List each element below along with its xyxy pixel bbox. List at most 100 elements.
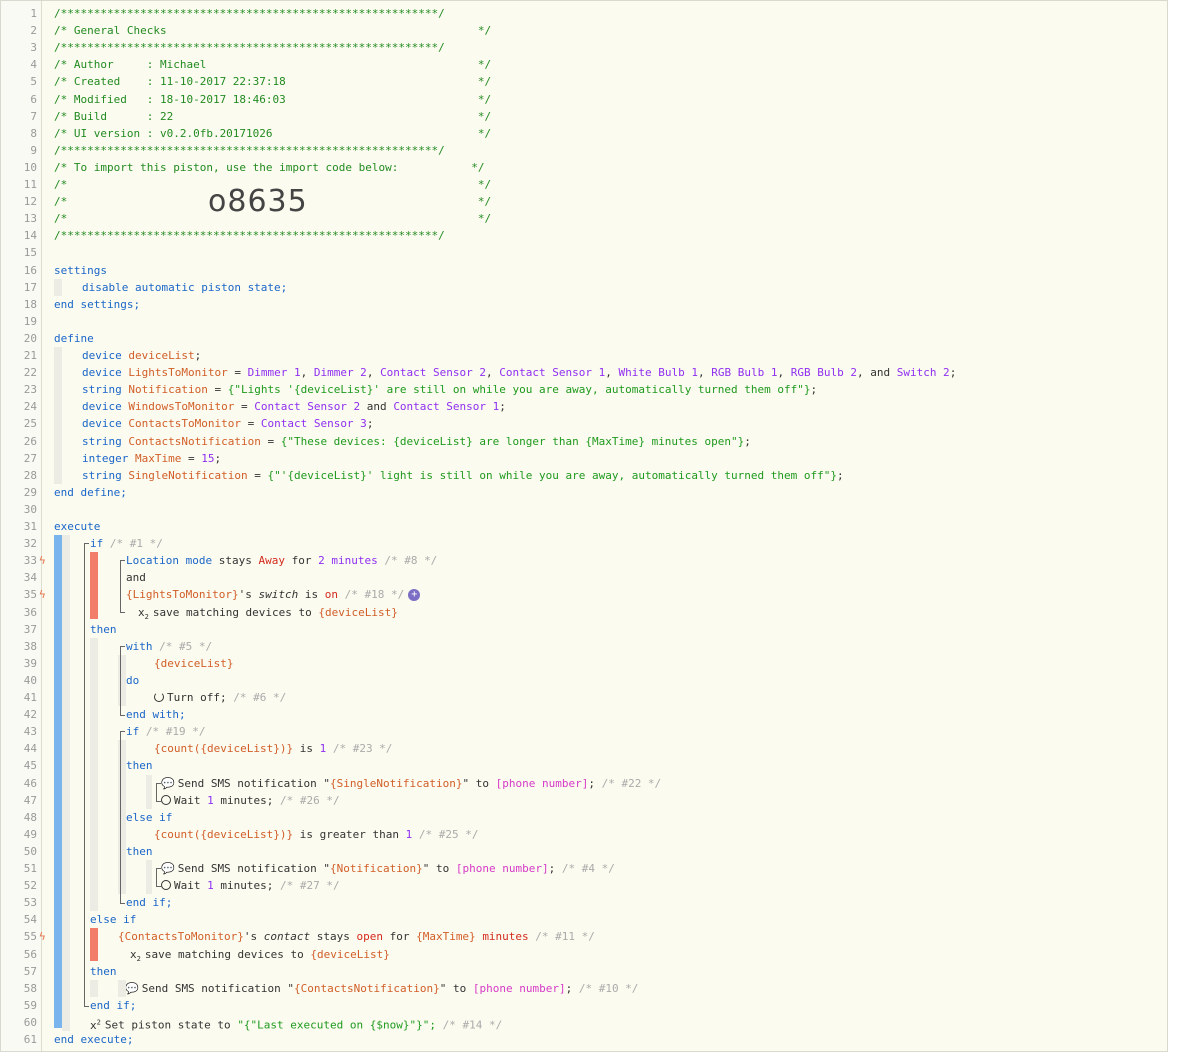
code-line: string SingleNotification = {"'{deviceLi… — [82, 468, 844, 482]
token: then — [126, 844, 153, 858]
token: string — [82, 383, 122, 397]
line-number: 44 — [23, 742, 37, 756]
code-line: if /* #19 */ — [126, 723, 205, 740]
line-number: 57 — [23, 964, 37, 978]
line-number: 52 — [23, 879, 37, 893]
code-line: else if — [90, 911, 136, 928]
code-line: device ContactsToMonitor = Contact Senso… — [82, 417, 374, 431]
code-line: end settings; — [54, 296, 140, 313]
line-number: 46 — [23, 776, 37, 790]
condition-bar — [90, 928, 98, 961]
save-icon: x2 — [130, 947, 141, 963]
token: 15 — [201, 451, 215, 465]
token: /* #8 */ — [384, 554, 438, 568]
settings-end: end settings; — [54, 297, 141, 311]
chat-bubble-icon: 💬 — [125, 981, 139, 995]
code-line: {LightsToMonitor}'s switch is on /* #18 … — [126, 586, 421, 603]
indent-guide — [62, 535, 70, 1031]
execution-bar — [54, 535, 62, 1028]
line-number: 54 — [23, 913, 37, 927]
code-line: then — [126, 757, 153, 774]
settings-statement: disable automatic piston state; — [82, 280, 288, 294]
token: Send SMS notification — [141, 981, 281, 995]
line-number: 35 — [23, 588, 37, 602]
line-number: 41 — [23, 691, 37, 704]
code-line: 💬 Send SMS notification "{ContactsNotific… — [125, 981, 639, 995]
token: is greater than — [299, 827, 400, 841]
line-number: 59 — [23, 998, 37, 1012]
token: {count({deviceList})} — [154, 742, 294, 756]
condition-bar — [90, 552, 98, 619]
device-name: RGB Bulb 1 — [711, 366, 778, 380]
line-number: 4 — [30, 58, 37, 72]
line-number: 10 — [23, 160, 37, 174]
token: end if; — [126, 896, 173, 910]
line-number: 2 — [30, 24, 37, 38]
token: deviceList — [128, 349, 195, 362]
token: save matching devices to — [144, 947, 304, 961]
line-number: 21 — [23, 349, 37, 362]
line-number: 11 — [23, 178, 37, 191]
code-line: /* Created : 11-10-2017 22:37:18 */ — [54, 73, 491, 90]
line-number: 7 — [30, 109, 37, 123]
token: "{"Last executed on {$now}"}"; — [237, 1018, 436, 1032]
code-line: device deviceList; — [82, 349, 202, 362]
code-line: then — [126, 843, 153, 860]
code-line: then — [90, 621, 117, 638]
plus-icon[interactable]: + — [408, 589, 421, 602]
comment-border: /***************************************… — [54, 41, 445, 55]
token: {deviceList} — [154, 656, 234, 670]
code-line: x2 save matching devices to {deviceList} — [130, 946, 390, 963]
line-number: 38 — [23, 639, 37, 653]
code-line: end define; — [54, 484, 127, 501]
line-number: 50 — [23, 844, 37, 858]
import-code: o8635 — [208, 184, 308, 219]
comment-import-note: /* To import this piston, use the import… — [54, 160, 485, 174]
token: end with; — [126, 708, 186, 722]
line-number: 58 — [23, 981, 37, 995]
comment-border: /***************************************… — [54, 143, 445, 157]
code-line: {count({deviceList})} is greater than 1 … — [154, 826, 479, 843]
code-line: {deviceList} — [154, 655, 233, 672]
line-number: 22 — [23, 366, 37, 380]
token: Set piston state to — [104, 1018, 231, 1032]
line-number: 51 — [23, 862, 37, 875]
line-number: 40 — [23, 673, 37, 687]
line-number-gutter: 1 2 3 4 5 6 7 8 9 10 11 12 13 14 15 16 17 18 19 20 21 22 23 24 2… — [1, 1, 42, 1051]
token: {"Lights '{deviceList}' are still on whi… — [227, 383, 811, 397]
line-number: 16 — [23, 263, 37, 277]
token: Contact Sensor 2 — [254, 400, 361, 414]
code-line: then — [90, 963, 117, 980]
code-line: string ContactsNotification = {"These de… — [82, 434, 751, 448]
token: ContactsToMonitor — [128, 417, 241, 431]
line-number: 27 — [23, 451, 37, 465]
code-line: do — [126, 672, 139, 689]
line-number: 37 — [23, 622, 37, 636]
line-number: 36 — [23, 605, 37, 619]
code-line: /* Modified : 18-10-2017 18:46:03 */ — [54, 91, 491, 108]
line-number: 42 — [23, 708, 37, 722]
token: /* #4 */ — [561, 862, 615, 875]
action-bracket — [156, 868, 161, 888]
token: if — [126, 725, 140, 739]
comment-created: /* Created : 11-10-2017 22:37:18 */ — [54, 75, 492, 89]
token: minutes; — [220, 879, 274, 893]
code-line: end if; — [90, 997, 136, 1014]
trigger-bolt-icon: ϟ — [39, 930, 46, 944]
token: {ContactsToMonitor} — [118, 930, 244, 944]
line-number: 23 — [23, 383, 37, 397]
token: [phone number] — [455, 862, 549, 875]
token: minutes; — [220, 793, 274, 807]
token: /* #27 */ — [279, 879, 340, 893]
token: /* #19 */ — [145, 725, 206, 739]
line-number: 28 — [23, 468, 37, 482]
device-name: Contact Sensor 1 — [499, 366, 606, 380]
line-number: 53 — [23, 896, 37, 910]
code-line: 💬 Send SMS notification "{SingleNotificat… — [161, 776, 662, 790]
token: on — [324, 588, 338, 602]
device-name: Switch 2 — [896, 366, 950, 380]
token: /* #14 */ — [442, 1018, 503, 1032]
code-line: /***************************************… — [54, 142, 445, 159]
token: {deviceList} — [310, 947, 390, 961]
line-number: 5 — [30, 75, 37, 89]
